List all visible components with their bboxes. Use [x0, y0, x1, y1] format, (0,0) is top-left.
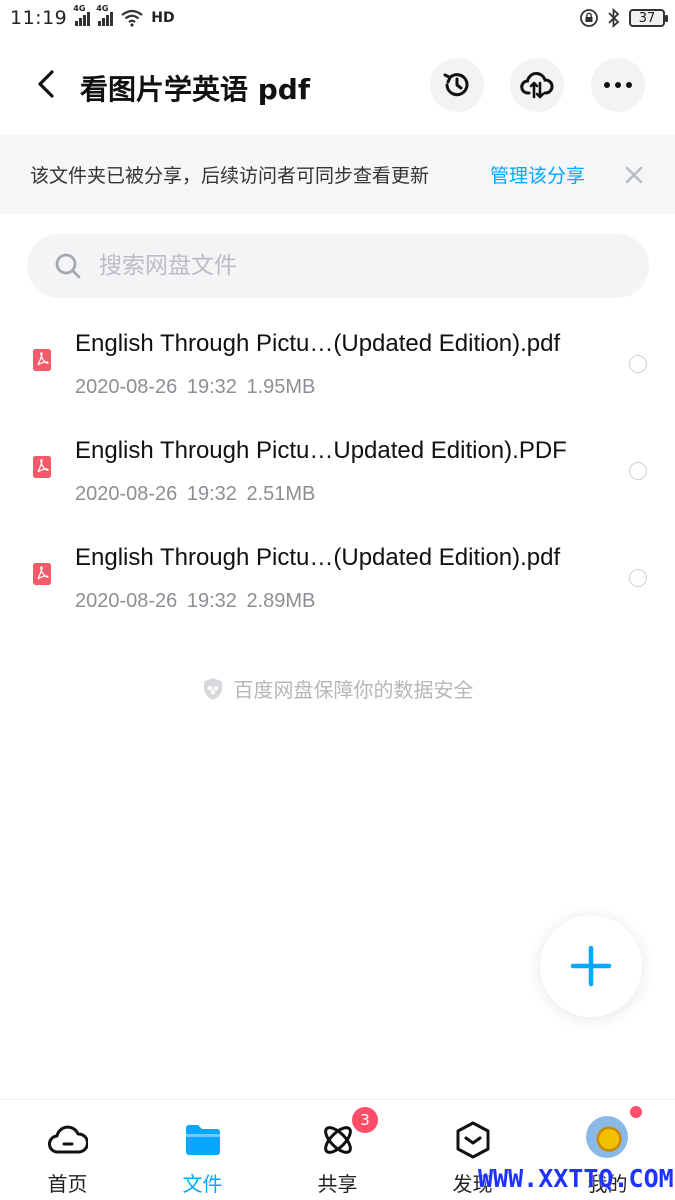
- hd-icon: HD: [151, 10, 175, 26]
- more-icon: [604, 82, 632, 88]
- discover-icon: [453, 1120, 493, 1160]
- battery-icon: 37: [629, 9, 668, 27]
- manage-share-link[interactable]: 管理该分享: [490, 161, 585, 188]
- cloud-transfer-button[interactable]: [510, 58, 564, 112]
- back-button[interactable]: [28, 66, 64, 102]
- avatar[interactable]: [586, 1116, 628, 1158]
- nav-label-share: 共享: [317, 1172, 358, 1196]
- bluetooth-icon: [608, 8, 620, 28]
- nav-label-home: 首页: [47, 1172, 88, 1196]
- pdf-file-icon: [33, 456, 51, 478]
- status-time: 11:19: [10, 7, 68, 29]
- status-right: 37: [579, 8, 668, 28]
- signal-2-label: 4G: [96, 4, 109, 13]
- history-button[interactable]: [430, 58, 484, 112]
- back-arrow-icon: [38, 70, 54, 98]
- header: 看图片学英语 pdf: [0, 52, 675, 118]
- history-icon: [443, 73, 469, 97]
- file-meta: 2020-08-26 19:32 2.89MB: [75, 590, 316, 612]
- safety-note-text: 百度网盘保障你的数据安全: [233, 678, 474, 702]
- file-select-checkbox[interactable]: [629, 569, 647, 587]
- battery-level: 37: [638, 10, 656, 26]
- share-banner-text: 该文件夹已被分享，后续访问者可同步查看更新: [30, 165, 430, 187]
- wifi-icon: [121, 9, 143, 27]
- folder-icon: [183, 1120, 223, 1160]
- file-meta: 2020-08-26 19:32 2.51MB: [75, 483, 316, 505]
- nav-item-share[interactable]: 共享: [270, 1100, 405, 1200]
- pdf-file-icon: [33, 563, 51, 585]
- signal-2-icon: 4G: [96, 4, 114, 26]
- cloud-transfer-icon: [520, 72, 554, 99]
- nav-item-files[interactable]: 文件: [135, 1100, 270, 1200]
- search-input[interactable]: [99, 234, 619, 298]
- share-banner: 该文件夹已被分享，后续访问者可同步查看更新 管理该分享: [0, 135, 675, 214]
- banner-close-button[interactable]: [620, 161, 648, 189]
- status-left: 11:19 4G 4G HD: [10, 4, 175, 29]
- signal-1-label: 4G: [73, 4, 86, 13]
- search-icon: [55, 253, 81, 279]
- status-bar: 11:19 4G 4G HD 37: [0, 0, 675, 36]
- file-row[interactable]: English Through Pictu…(Updated Edition).…: [0, 320, 675, 427]
- watermark: WWW.XXTTQ.COM: [478, 1164, 674, 1193]
- file-name: English Through Pictu…(Updated Edition).…: [75, 330, 561, 357]
- pdf-file-icon: [33, 349, 51, 371]
- file-row[interactable]: English Through Pictu…(Updated Edition).…: [0, 534, 675, 641]
- plus-icon: [570, 945, 612, 987]
- shield-icon: [203, 677, 222, 700]
- notification-dot: [630, 1106, 642, 1118]
- lock-rotation-icon: [580, 9, 598, 27]
- safety-note: 百度网盘保障你的数据安全: [0, 674, 675, 703]
- file-name: English Through Pictu…(Updated Edition).…: [75, 544, 561, 571]
- file-name: English Through Pictu…Updated Edition).P…: [75, 437, 567, 464]
- more-button[interactable]: [591, 58, 645, 112]
- signal-1-icon: 4G: [73, 4, 91, 26]
- file-select-checkbox[interactable]: [629, 462, 647, 480]
- file-row[interactable]: English Through Pictu…Updated Edition).P…: [0, 427, 675, 534]
- cloud-icon: [48, 1120, 88, 1160]
- nav-item-home[interactable]: 首页: [0, 1100, 135, 1200]
- nav-label-files: 文件: [182, 1172, 223, 1196]
- add-button[interactable]: [540, 915, 642, 1017]
- file-meta: 2020-08-26 19:32 1.95MB: [75, 376, 316, 398]
- search-bar[interactable]: [27, 234, 649, 298]
- share-orbit-icon: [318, 1120, 358, 1160]
- close-icon: [625, 166, 643, 183]
- file-select-checkbox[interactable]: [629, 355, 647, 373]
- share-badge: 3: [352, 1107, 378, 1133]
- page-title: 看图片学英语 pdf: [80, 73, 311, 106]
